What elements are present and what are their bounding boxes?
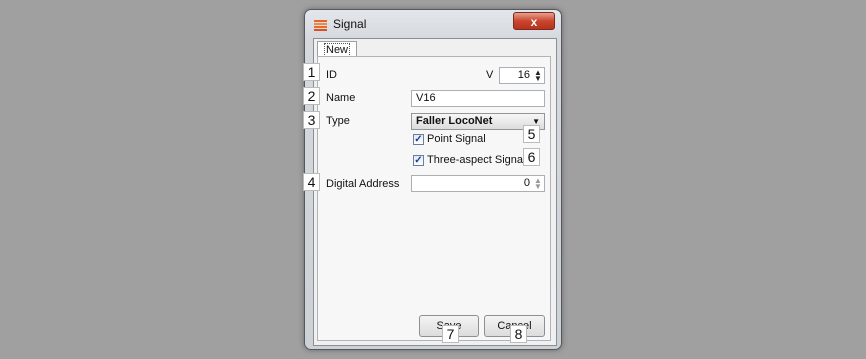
callout-5: 5: [523, 125, 540, 143]
type-value: Faller LocoNet: [416, 115, 493, 127]
name-label: Name: [326, 92, 356, 104]
checkmark-icon: ✓: [414, 155, 423, 166]
dialog-client: New ID V 16 ▲ ▼ Name V16 Type Faller Loco…: [313, 38, 557, 346]
name-input[interactable]: V16: [411, 90, 545, 107]
id-stepper[interactable]: 16 ▲ ▼: [499, 67, 545, 84]
three-aspect-checkbox[interactable]: ✓: [413, 155, 424, 166]
signal-app-icon: [314, 20, 327, 32]
callout-2: 2: [303, 87, 320, 105]
callout-8: 8: [510, 325, 527, 343]
three-aspect-label: Three-aspect Signal: [427, 154, 526, 166]
tab-label: New: [324, 43, 351, 57]
type-label: Type: [326, 115, 350, 127]
id-label: ID: [326, 69, 337, 81]
digital-address-value: 0: [523, 177, 530, 189]
close-button[interactable]: x: [513, 12, 555, 30]
callout-4: 4: [303, 173, 320, 191]
point-signal-checkbox[interactable]: ✓: [413, 134, 424, 145]
close-icon: x: [530, 15, 538, 29]
window-title: Signal: [333, 17, 367, 31]
id-value: 16: [517, 69, 530, 81]
callout-3: 3: [303, 111, 320, 129]
title-bar[interactable]: Signal x: [305, 10, 561, 38]
checkmark-icon: ✓: [414, 134, 423, 145]
digital-address-stepper[interactable]: 0 ▲ ▼: [411, 175, 545, 192]
tab-page: ID V 16 ▲ ▼ Name V16 Type Faller LocoNet …: [317, 56, 551, 341]
tab-new[interactable]: New: [317, 41, 358, 57]
point-signal-label: Point Signal: [427, 133, 486, 145]
callout-6: 6: [523, 148, 540, 166]
callout-1: 1: [303, 63, 320, 81]
spin-arrows-icon[interactable]: ▲ ▼: [534, 68, 542, 82]
signal-dialog: Signal x New ID V 16 ▲ ▼ Name V16 Type Fa…: [304, 9, 562, 350]
digital-address-label: Digital Address: [326, 178, 400, 190]
id-prefix: V: [486, 69, 494, 81]
spin-arrows-icon[interactable]: ▲ ▼: [534, 176, 542, 190]
callout-7: 7: [442, 325, 459, 343]
